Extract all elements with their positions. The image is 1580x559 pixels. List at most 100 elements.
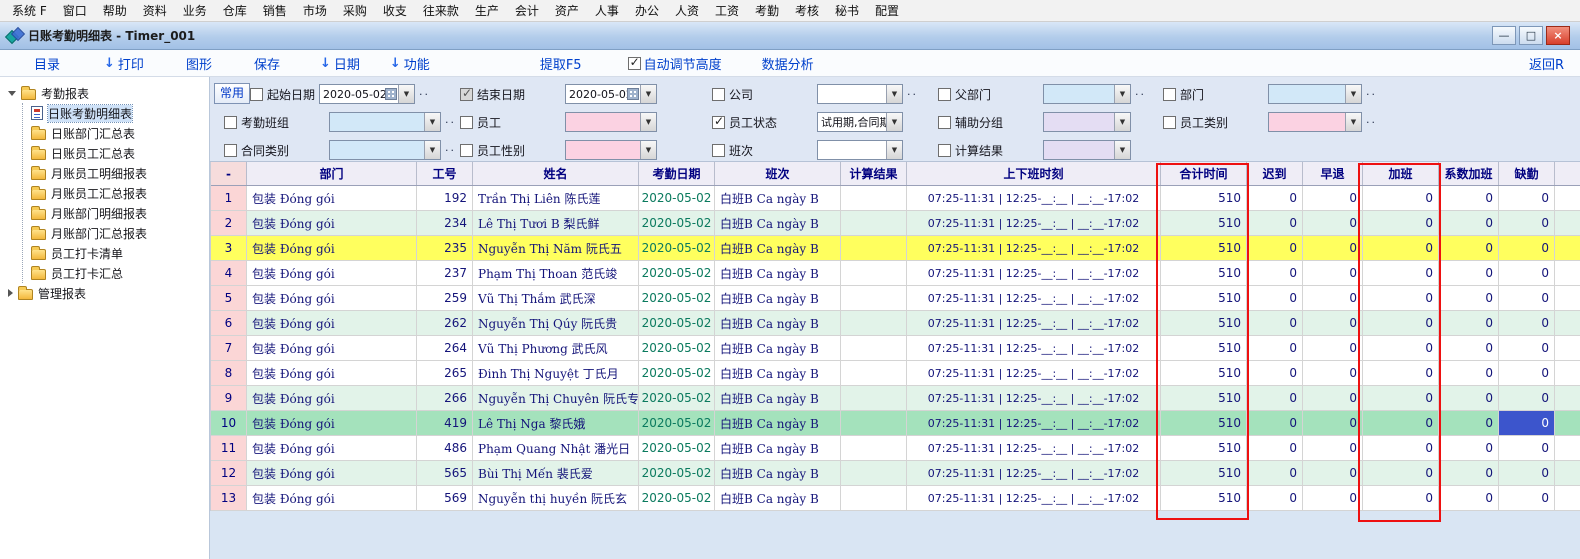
cell-absent[interactable]: 0 <box>1499 386 1555 410</box>
cell-date[interactable]: 2020-05-02 <box>639 261 715 285</box>
table-row[interactable]: 1包装 Đóng gói192Trần Thị Liên 陈氏莲2020-05-… <box>211 186 1580 211</box>
column-header-calc[interactable]: 计算结果 <box>841 162 907 185</box>
chevron-down-icon[interactable]: ▼ <box>1114 141 1130 159</box>
cell-name[interactable]: Lê Thị Tươi B 梨氏鲜 <box>473 211 639 235</box>
menu-item-16[interactable]: 人资 <box>667 0 707 22</box>
sidebar-item-3[interactable]: 月账员工明细报表 <box>23 163 209 183</box>
ellipsis-button[interactable]: ·· <box>1366 116 1377 129</box>
menu-item-5[interactable]: 仓库 <box>215 0 255 22</box>
cell-name[interactable]: Phạm Thị Thoan 范氏竣 <box>473 261 639 285</box>
filter-checkbox[interactable] <box>938 144 951 157</box>
cell-dept[interactable]: 包装 Đóng gói <box>247 486 417 510</box>
filter-checkbox[interactable] <box>460 116 473 129</box>
ellipsis-button[interactable]: ·· <box>445 116 456 129</box>
filter-checkbox[interactable] <box>1163 88 1176 101</box>
cell-num[interactable]: 9 <box>211 386 247 410</box>
dropdown-select[interactable]: 试用期,合同期▼ <box>817 112 903 132</box>
chevron-down-icon[interactable]: ▼ <box>1114 113 1130 131</box>
filter-checkbox[interactable] <box>1163 116 1176 129</box>
cell-coef_ot[interactable]: 0 <box>1439 286 1499 310</box>
chevron-down-icon[interactable]: ▼ <box>424 113 440 131</box>
tree-group-0[interactable]: 考勤报表 <box>0 83 209 103</box>
cell-calc[interactable] <box>841 336 907 360</box>
tree-group-1[interactable]: 管理报表 <box>0 283 209 303</box>
cell-absent[interactable]: 0 <box>1499 311 1555 335</box>
menu-item-12[interactable]: 会计 <box>507 0 547 22</box>
menu-item-0[interactable]: 系统 F <box>4 0 55 22</box>
cell-dept[interactable]: 包装 Đóng gói <box>247 286 417 310</box>
toolbar-extract-f5-button[interactable]: 提取F5 <box>540 54 582 73</box>
cell-total[interactable]: 510 <box>1161 311 1247 335</box>
cell-early[interactable]: 0 <box>1303 261 1363 285</box>
chevron-down-icon[interactable]: ▼ <box>886 85 902 103</box>
cell-dept[interactable]: 包装 Đóng gói <box>247 361 417 385</box>
sidebar-item-2[interactable]: 日账员工汇总表 <box>23 143 209 163</box>
toolbar-data-analysis-button[interactable]: 数据分析 <box>762 54 814 73</box>
filter-checkbox[interactable] <box>460 88 473 101</box>
cell-late[interactable]: 0 <box>1247 386 1303 410</box>
cell-total[interactable]: 510 <box>1161 286 1247 310</box>
cell-empno[interactable]: 419 <box>417 411 473 435</box>
toolbar-functions-button[interactable]: ↓功能 <box>390 54 430 73</box>
cell-early[interactable]: 0 <box>1303 386 1363 410</box>
cell-dept[interactable]: 包装 Đóng gói <box>247 436 417 460</box>
cell-empno[interactable]: 565 <box>417 461 473 485</box>
cell-late[interactable]: 0 <box>1247 311 1303 335</box>
cell-name[interactable]: Vũ Thị Phương 武氏风 <box>473 336 639 360</box>
cell-coef_ot[interactable]: 0 <box>1439 361 1499 385</box>
column-header-overtime[interactable]: 加班 <box>1363 162 1439 185</box>
sidebar-item-6[interactable]: 月账部门汇总报表 <box>23 223 209 243</box>
cell-shift[interactable]: 白班B Ca ngày B <box>715 236 841 260</box>
column-header-name[interactable]: 姓名 <box>473 162 639 185</box>
cell-total[interactable]: 510 <box>1161 436 1247 460</box>
dropdown-select[interactable]: ▼ <box>329 112 441 132</box>
cell-date[interactable]: 2020-05-02 <box>639 461 715 485</box>
cell-coef_ot[interactable]: 0 <box>1439 411 1499 435</box>
cell-absent[interactable]: 0 <box>1499 261 1555 285</box>
cell-shift[interactable]: 白班B Ca ngày B <box>715 436 841 460</box>
menu-item-3[interactable]: 资料 <box>135 0 175 22</box>
cell-dept[interactable]: 包装 Đóng gói <box>247 211 417 235</box>
cell-times[interactable]: 07:25-11:31 | 12:25-__:__ | __:__-17:02 <box>907 336 1161 360</box>
cell-late[interactable]: 0 <box>1247 336 1303 360</box>
table-row[interactable]: 9包装 Đóng gói266Nguyễn Thị Chuyên 阮氏专2020… <box>211 386 1580 411</box>
cell-empno[interactable]: 266 <box>417 386 473 410</box>
menu-item-21[interactable]: 配置 <box>867 0 907 22</box>
cell-early[interactable]: 0 <box>1303 461 1363 485</box>
minimize-icon[interactable]: — <box>1492 26 1516 45</box>
cell-late[interactable]: 0 <box>1247 286 1303 310</box>
cell-name[interactable]: Bùi Thị Mến 裴氏爱 <box>473 461 639 485</box>
cell-name[interactable]: Nguyễn thị huyền 阮氏玄 <box>473 486 639 510</box>
cell-date[interactable]: 2020-05-02 <box>639 286 715 310</box>
table-row[interactable]: 7包装 Đóng gói264Vũ Thị Phương 武氏风2020-05-… <box>211 336 1580 361</box>
cell-num[interactable]: 7 <box>211 336 247 360</box>
cell-early[interactable]: 0 <box>1303 336 1363 360</box>
cell-calc[interactable] <box>841 186 907 210</box>
cell-calc[interactable] <box>841 311 907 335</box>
cell-total[interactable]: 510 <box>1161 261 1247 285</box>
sidebar-item-1[interactable]: 日账部门汇总表 <box>23 123 209 143</box>
cell-name[interactable]: Phạm Quang Nhật 潘光日 <box>473 436 639 460</box>
auto-height-checkbox[interactable] <box>628 57 641 70</box>
cell-num[interactable]: 8 <box>211 361 247 385</box>
cell-absent[interactable]: 0 <box>1499 211 1555 235</box>
toolbar-date-button[interactable]: ↓日期 <box>320 54 360 73</box>
menu-item-10[interactable]: 往来款 <box>415 0 467 22</box>
cell-times[interactable]: 07:25-11:31 | 12:25-__:__ | __:__-17:02 <box>907 386 1161 410</box>
chevron-down-icon[interactable]: ▼ <box>640 141 656 159</box>
cell-overtime[interactable]: 0 <box>1363 361 1439 385</box>
chevron-down-icon[interactable]: ▼ <box>640 113 656 131</box>
column-header-early[interactable]: 早退 <box>1303 162 1363 185</box>
ellipsis-button[interactable]: ·· <box>1366 88 1377 101</box>
cell-early[interactable]: 0 <box>1303 411 1363 435</box>
cell-empno[interactable]: 262 <box>417 311 473 335</box>
cell-calc[interactable] <box>841 486 907 510</box>
close-icon[interactable]: × <box>1546 26 1570 45</box>
table-row[interactable]: 4包装 Đóng gói237Phạm Thị Thoan 范氏竣2020-05… <box>211 261 1580 286</box>
cell-date[interactable]: 2020-05-02 <box>639 486 715 510</box>
menu-item-2[interactable]: 帮助 <box>95 0 135 22</box>
table-row[interactable]: 2包装 Đóng gói234Lê Thị Tươi B 梨氏鲜2020-05-… <box>211 211 1580 236</box>
cell-calc[interactable] <box>841 261 907 285</box>
dropdown-select[interactable]: ▼ <box>329 140 441 160</box>
column-header-date[interactable]: 考勤日期 <box>639 162 715 185</box>
